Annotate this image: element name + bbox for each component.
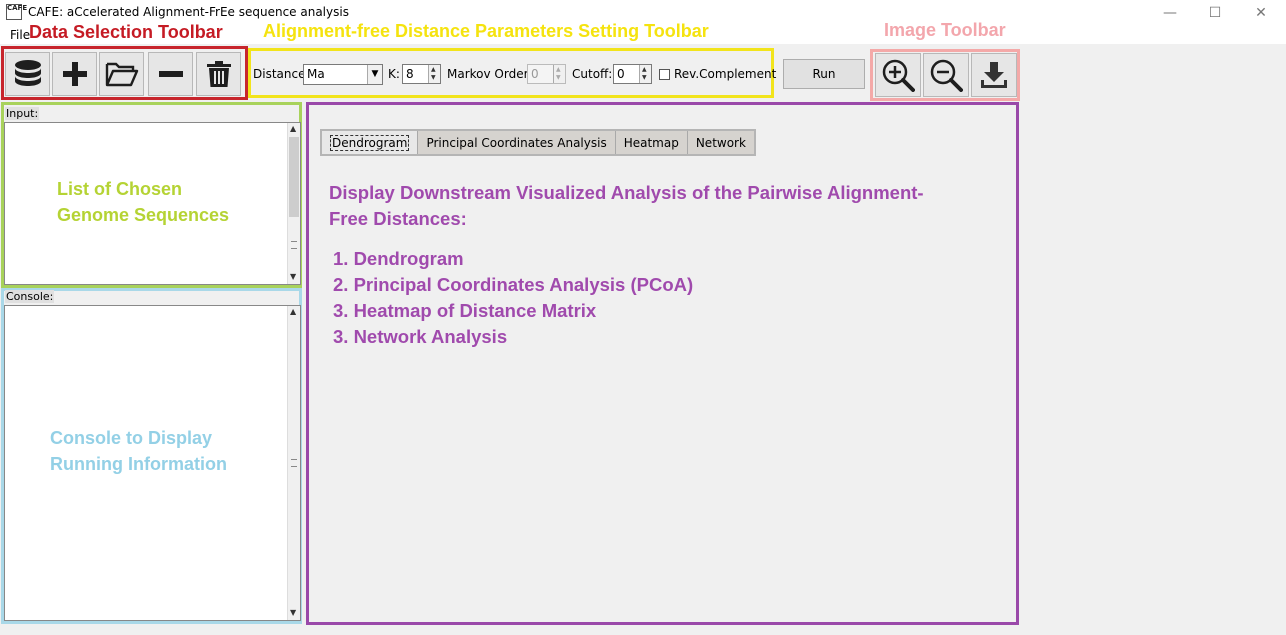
download-button[interactable] [971,53,1017,97]
add-button[interactable] [52,52,97,96]
distance-value: Ma [307,67,325,81]
menu-file[interactable]: File [10,28,30,42]
rev-complement-label: Rev.Complement [674,67,777,81]
grip-icon [291,459,297,467]
k-label: K: [388,67,400,81]
input-annotation-line2: Genome Sequences [57,205,230,225]
plus-icon [62,62,87,86]
input-scrollbar[interactable]: ▲ ▼ [287,123,300,284]
tab-bar: Dendrogram Principal Coordinates Analysi… [320,129,756,156]
input-label: Input: [5,107,40,120]
zoom-out-icon [930,59,963,92]
cutoff-value: 0 [617,67,625,81]
maximize-button[interactable]: ☐ [1192,0,1238,26]
minimize-icon: — [1163,5,1177,21]
input-scroll-thumb[interactable] [289,137,299,217]
cutoff-stepper-arrows[interactable]: ▲ ▼ [639,65,651,83]
annotation-image-toolbar: Image Toolbar [884,20,1006,40]
open-folder-button[interactable] [99,52,144,96]
tab-pcoa-label: Principal Coordinates Analysis [426,135,607,150]
console-scrollbar[interactable]: ▲ ▼ [287,306,300,620]
k-stepper-arrows[interactable]: ▲ ▼ [428,65,440,83]
chevron-down-icon[interactable]: ▼ [367,65,382,84]
run-label: Run [812,67,836,81]
download-icon [981,62,1007,88]
database-icon [14,60,41,86]
cutoff-label: Cutoff: [572,67,613,81]
tab-heatmap[interactable]: Heatmap [615,131,688,154]
tab-network-label: Network [695,135,746,150]
database-button[interactable] [5,52,50,96]
distance-label: Distance: [253,67,310,81]
list-item: 3. Network Analysis [333,326,508,347]
tab-heatmap-label: Heatmap [623,135,679,150]
markov-order-label: Markov Order: [447,67,533,81]
scroll-down-icon[interactable]: ▼ [290,608,296,617]
zoom-in-button[interactable] [875,53,921,97]
trash-icon [206,61,231,87]
tab-network[interactable]: Network [687,131,754,154]
scroll-up-icon[interactable]: ▲ [290,307,296,316]
k-value: 8 [406,67,414,81]
annotation-param-toolbar: Alignment-free Distance Parameters Setti… [263,21,709,41]
close-icon: ✕ [1255,5,1267,21]
annotation-data-toolbar: Data Selection Toolbar [29,22,223,42]
markov-order-stepper[interactable]: 0 ▲ ▼ [527,64,566,84]
console-annotation-line1: Console to Display [50,428,213,448]
rev-complement-checkbox[interactable] [659,69,670,80]
app-icon: CAFE [6,4,27,20]
input-annotation: List of Chosen Genome Sequences [57,176,229,228]
tab-pcoa[interactable]: Principal Coordinates Analysis [418,131,616,154]
input-annotation-line1: List of Chosen [57,179,182,199]
scroll-down-icon[interactable]: ▼ [290,272,296,281]
analysis-list: 1. Dendrogram 2. Principal Coordinates A… [333,246,693,350]
main-heading: Display Downstream Visualized Analysis o… [329,180,929,232]
list-item: 1. Dendrogram [333,248,464,269]
clear-button[interactable] [196,52,241,96]
tab-dendrogram[interactable]: Dendrogram [322,131,419,154]
list-item: 2. Principal Coordinates Analysis (PCoA) [333,274,694,295]
list-item: 3. Heatmap of Distance Matrix [333,300,597,321]
minus-icon [158,71,183,77]
grip-icon [291,241,297,249]
zoom-out-button[interactable] [923,53,969,97]
folder-open-icon [105,62,138,87]
cutoff-stepper[interactable]: 0 ▲ ▼ [613,64,652,84]
window-edge [1276,44,1286,635]
run-button[interactable]: Run [783,59,865,89]
window-title: CAFE: aCcelerated Alignment-FrEe sequenc… [28,5,349,19]
main-heading-line1: Display Downstream Visualized Analysis o… [329,182,924,203]
maximize-icon: ☐ [1208,5,1222,21]
minimize-button[interactable]: — [1147,0,1193,26]
close-button[interactable]: ✕ [1238,0,1284,26]
main-heading-line2: Free Distances: [329,208,467,229]
tab-dendrogram-label: Dendrogram [330,134,410,151]
markov-order-value: 0 [531,67,539,81]
console-label: Console: [5,290,55,303]
markov-stepper-arrows[interactable]: ▲ ▼ [553,65,565,83]
remove-button[interactable] [148,52,193,96]
scroll-up-icon[interactable]: ▲ [290,124,296,133]
distance-select[interactable]: Ma ▼ [303,64,383,85]
console-annotation-line2: Running Information [50,454,227,474]
k-stepper[interactable]: 8 ▲ ▼ [402,64,441,84]
zoom-in-icon [882,59,915,92]
console-annotation: Console to Display Running Information [50,425,227,477]
